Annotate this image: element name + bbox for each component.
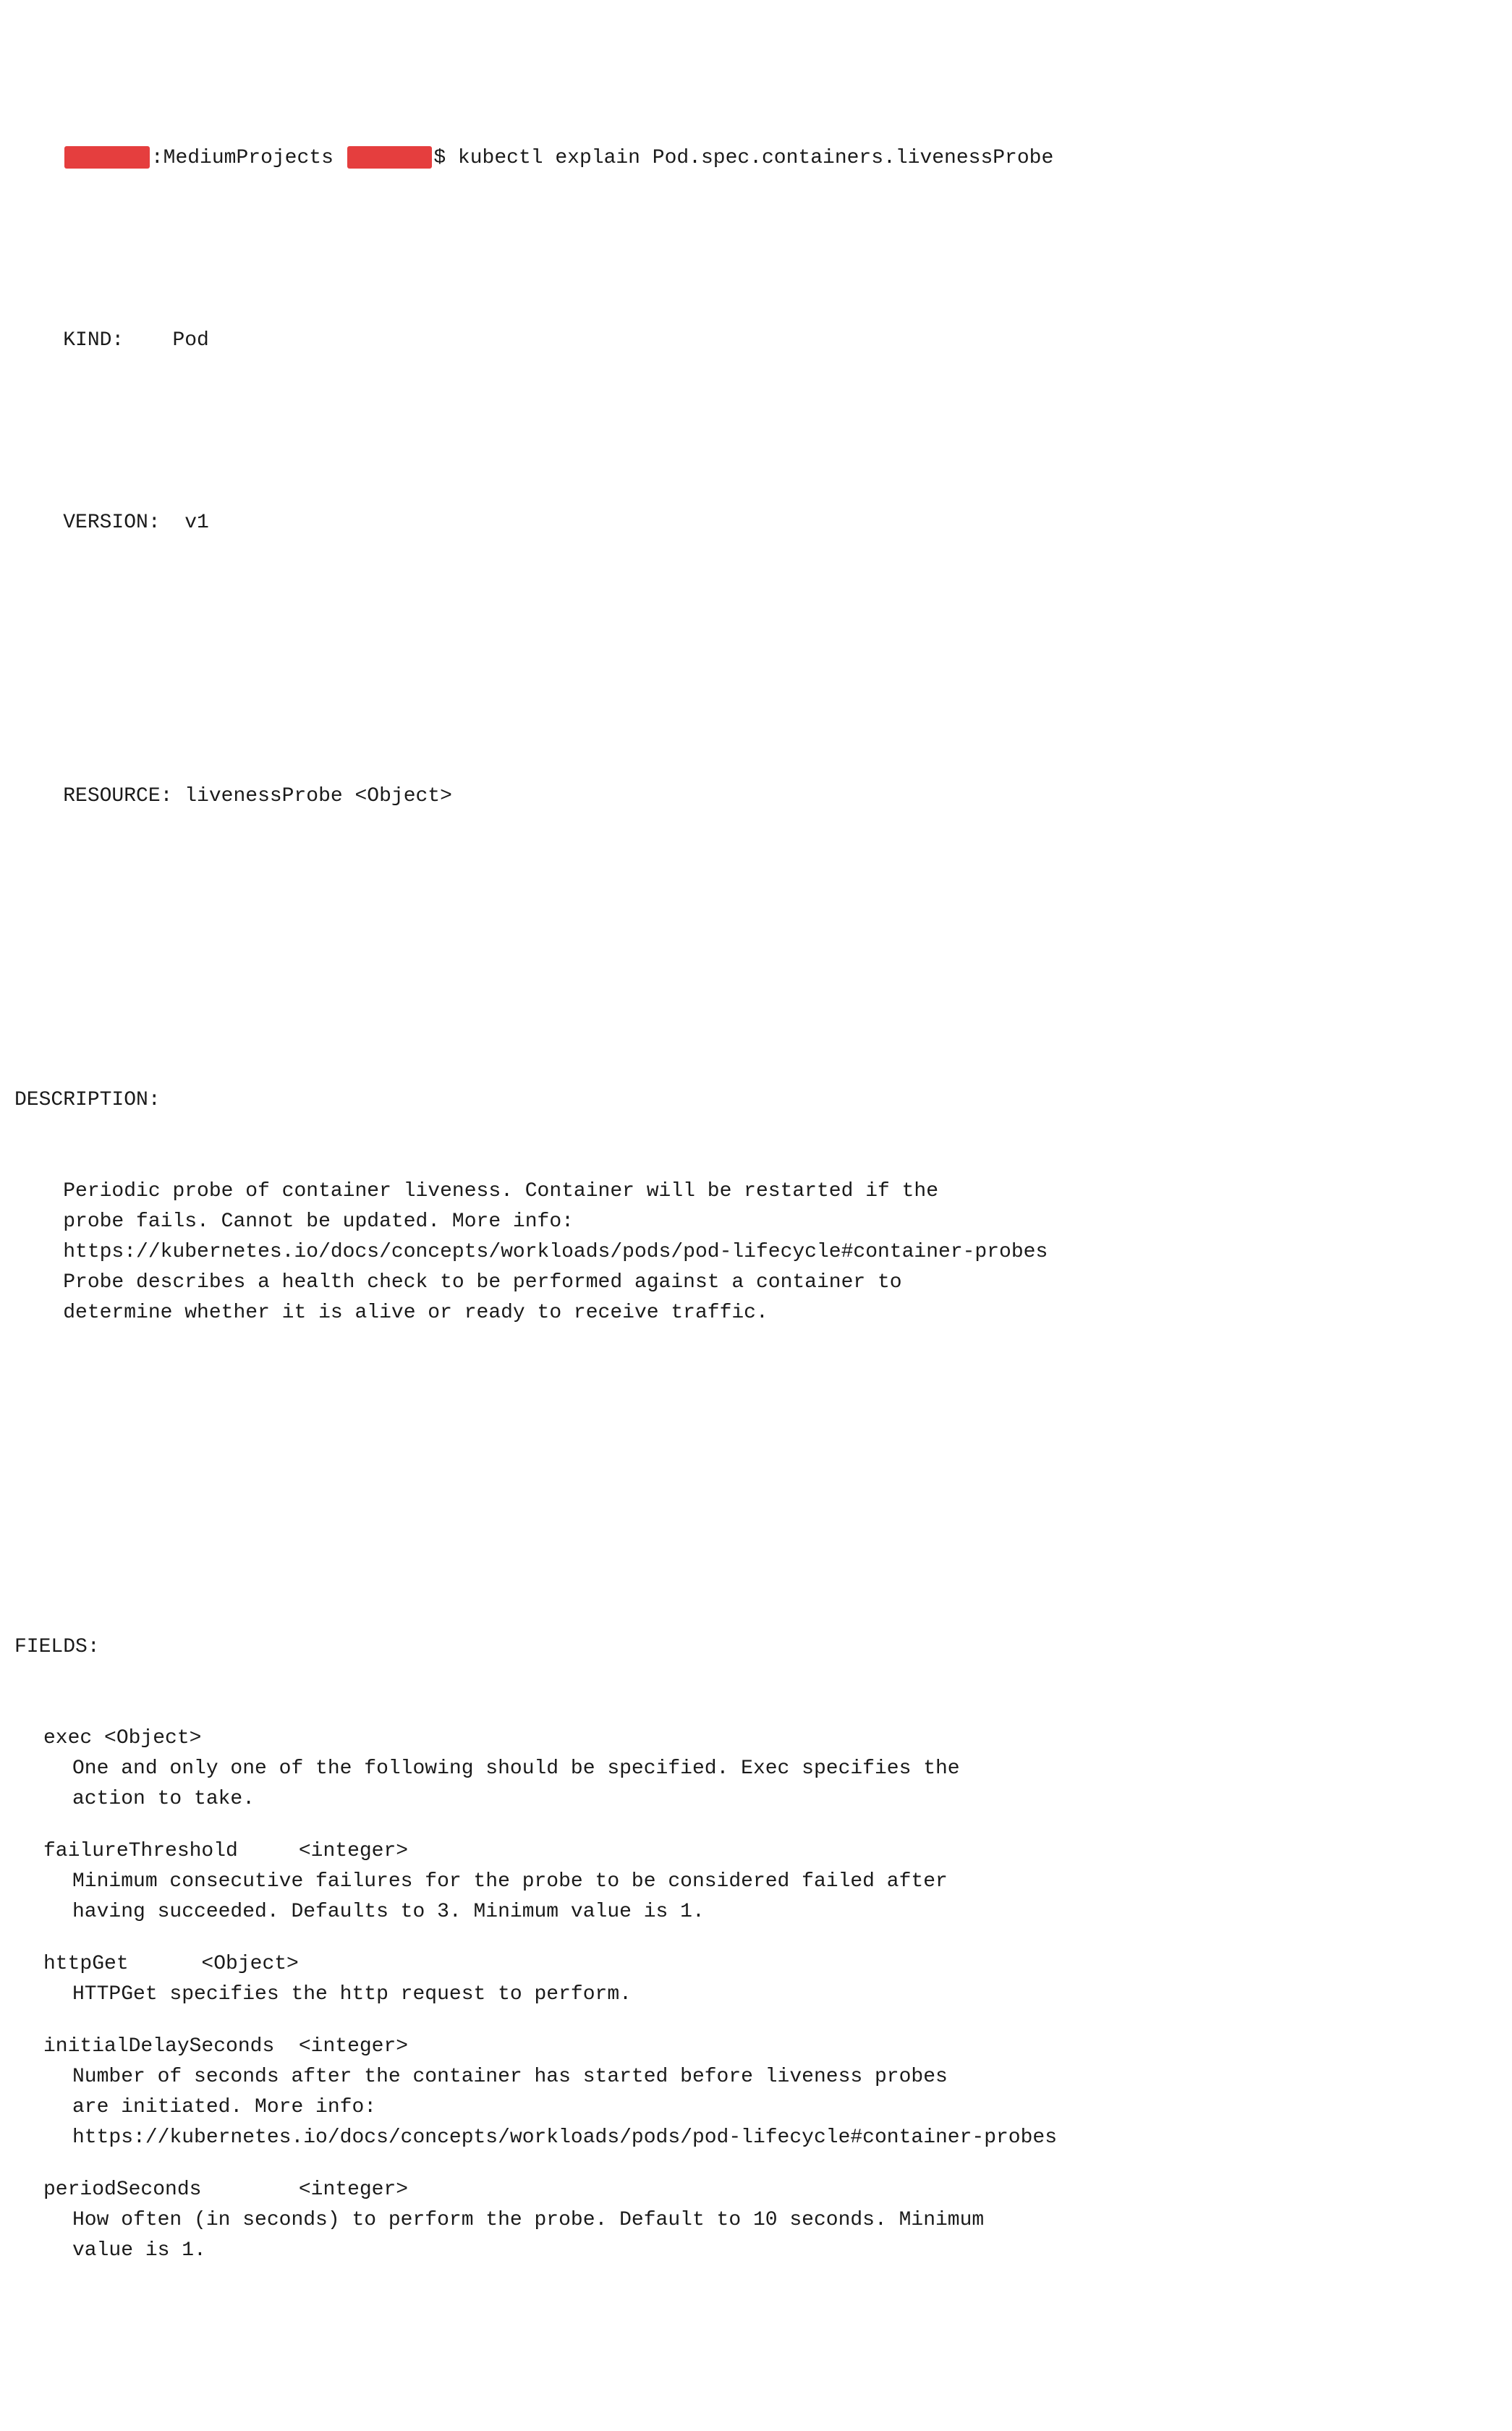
field-name: initialDelaySeconds <integer> — [14, 2032, 1498, 2062]
field-name: failureThreshold <integer> — [14, 1836, 1498, 1867]
fields-section: FIELDS: exec <Object>One and only one of… — [14, 1571, 1498, 2349]
redacted-username — [64, 146, 150, 169]
field-name: exec <Object> — [14, 1723, 1498, 1754]
kubectl-command: $ kubectl explain Pod.spec.containers.li… — [433, 147, 1053, 169]
field-item: initialDelaySeconds <integer>Number of s… — [14, 2032, 1498, 2153]
resource-label: RESOURCE: — [63, 785, 172, 807]
field-description: HTTPGet specifies the http request to pe… — [14, 1980, 1498, 2010]
field-description: How often (in seconds) to perform the pr… — [14, 2205, 1498, 2266]
fields-body: exec <Object>One and only one of the fol… — [14, 1723, 1498, 2266]
description-label: DESCRIPTION: — [14, 1085, 1498, 1116]
field-item: periodSeconds <integer>How often (in sec… — [14, 2175, 1498, 2266]
redacted-path — [347, 146, 433, 169]
resource-line: RESOURCE: livenessProbe <Object> — [14, 751, 1498, 842]
resource-value: livenessProbe <Object> — [172, 785, 451, 807]
kind-line: KIND: Pod — [14, 295, 1498, 386]
version-value: v1 — [161, 512, 209, 534]
field-desc-line: https://kubernetes.io/docs/concepts/work… — [72, 2123, 1498, 2153]
description-line: probe fails. Cannot be updated. More inf… — [14, 1207, 1498, 1237]
description-line: determine whether it is alive or ready t… — [14, 1298, 1498, 1328]
field-desc-line: HTTPGet specifies the http request to pe… — [72, 1980, 1498, 2010]
field-desc-line: action to take. — [72, 1784, 1498, 1815]
field-name: periodSeconds <integer> — [14, 2175, 1498, 2205]
description-line: Probe describes a health check to be per… — [14, 1268, 1498, 1298]
fields-label: FIELDS: — [14, 1632, 1498, 1663]
field-description: Number of seconds after the container ha… — [14, 2062, 1498, 2153]
field-desc-line: value is 1. — [72, 2236, 1498, 2266]
field-item: failureThreshold <integer>Minimum consec… — [14, 1836, 1498, 1927]
field-desc-line: having succeeded. Defaults to 3. Minimum… — [72, 1897, 1498, 1927]
field-item: httpGet <Object>HTTPGet specifies the ht… — [14, 1949, 1498, 2010]
version-line: VERSION: v1 — [14, 478, 1498, 569]
description-section: DESCRIPTION: Periodic probe of container… — [14, 1024, 1498, 1389]
field-desc-line: How often (in seconds) to perform the pr… — [72, 2205, 1498, 2236]
kind-label: KIND: — [63, 329, 124, 352]
field-desc-line: Number of seconds after the container ha… — [72, 2062, 1498, 2092]
field-description: Minimum consecutive failures for the pro… — [14, 1867, 1498, 1927]
kind-value: Pod — [124, 329, 209, 352]
field-desc-line: are initiated. More info: — [72, 2092, 1498, 2123]
field-description: One and only one of the following should… — [14, 1754, 1498, 1815]
field-desc-line: Minimum consecutive failures for the pro… — [72, 1867, 1498, 1897]
description-line: https://kubernetes.io/docs/concepts/work… — [14, 1237, 1498, 1268]
field-desc-line: One and only one of the following should… — [72, 1754, 1498, 1784]
description-body: Periodic probe of container liveness. Co… — [14, 1176, 1498, 1328]
field-name: httpGet <Object> — [14, 1949, 1498, 1980]
terminal-window: :MediumProjects $ kubectl explain Pod.sp… — [14, 22, 1498, 2409]
field-item: exec <Object>One and only one of the fol… — [14, 1723, 1498, 1815]
command-line: :MediumProjects $ kubectl explain Pod.sp… — [14, 113, 1498, 204]
prompt-project: :MediumProjects — [151, 147, 334, 169]
description-line: Periodic probe of container liveness. Co… — [14, 1176, 1498, 1207]
version-label: VERSION: — [63, 512, 160, 534]
